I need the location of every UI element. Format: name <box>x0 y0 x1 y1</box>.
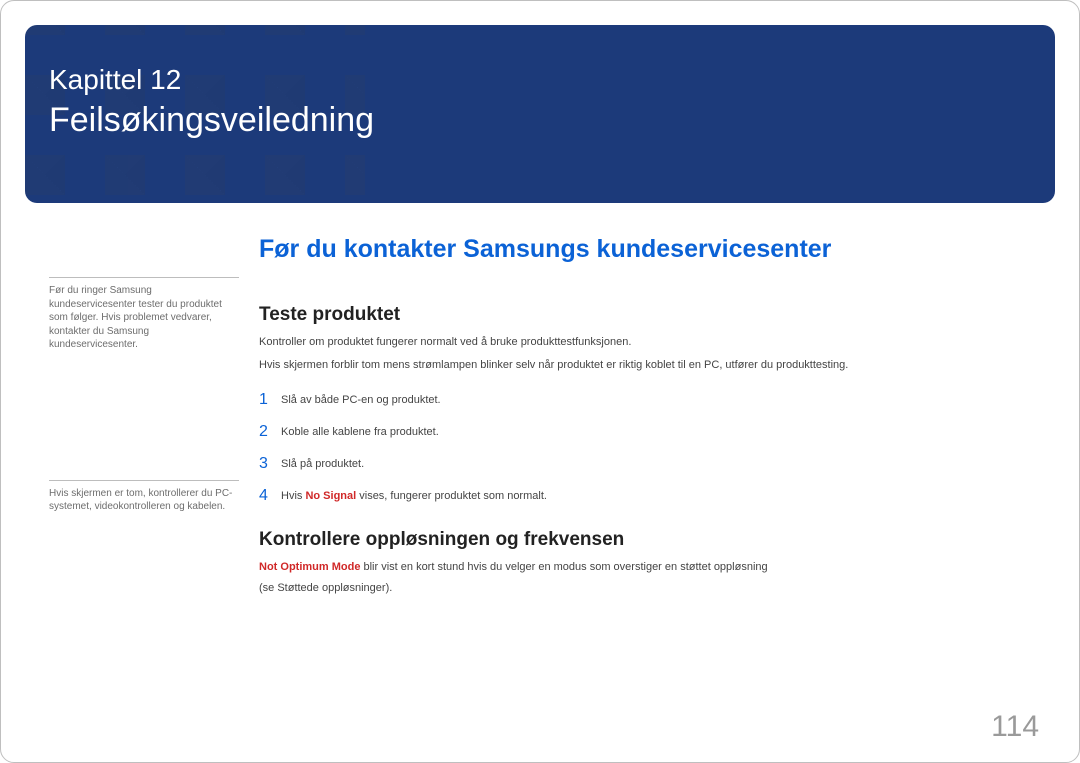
step-row: 2 Koble alle kablene fra produktet. <box>259 423 1031 441</box>
section-heading-test-product: Teste produktet <box>259 304 1031 326</box>
highlight-not-optimum: Not Optimum Mode <box>259 561 360 573</box>
chapter-banner: Kapittel 12 Feilsøkingsveiledning <box>25 25 1055 203</box>
manual-page: Kapittel 12 Feilsøkingsveiledning Før du… <box>0 0 1080 763</box>
step-row: 3 Slå på produktet. <box>259 455 1031 473</box>
step-text: Slå på produktet. <box>281 455 364 470</box>
paragraph: Not Optimum Mode blir vist en kort stund… <box>259 559 1031 576</box>
main-column: Før du kontakter Samsungs kundeservicese… <box>259 235 1031 596</box>
page-number: 114 <box>991 710 1039 744</box>
step-text: Slå av både PC-en og produktet. <box>281 391 441 406</box>
sidebar-note-2: Hvis skjermen er tom, kontrollerer du PC… <box>49 480 239 514</box>
paragraph: Kontroller om produktet fungerer normalt… <box>259 334 1031 351</box>
step-number: 3 <box>259 455 281 473</box>
step-number: 1 <box>259 391 281 409</box>
sidebar-note-1: Før du ringer Samsung kundeservicesenter… <box>49 277 239 352</box>
paragraph: (se Støttede oppløsninger). <box>259 580 1031 597</box>
sidebar-notes: Før du ringer Samsung kundeservicesenter… <box>49 277 239 514</box>
section-heading-resolution: Kontrollere oppløsningen og frekvensen <box>259 529 1031 551</box>
step-row: 1 Slå av både PC-en og produktet. <box>259 391 1031 409</box>
step-text-prefix: Hvis <box>281 490 305 502</box>
highlight-no-signal: No Signal <box>305 490 356 502</box>
step-text-suffix: vises, fungerer produktet som normalt. <box>356 490 547 502</box>
page-content: Før du ringer Samsung kundeservicesenter… <box>49 235 1031 734</box>
paragraph: Hvis skjermen forblir tom mens strømlamp… <box>259 357 1031 374</box>
step-number: 4 <box>259 487 281 505</box>
step-text: Hvis No Signal vises, fungerer produktet… <box>281 487 547 502</box>
paragraph-rest: blir vist en kort stund hvis du velger e… <box>360 561 767 573</box>
chapter-title: Feilsøkingsveiledning <box>49 101 374 140</box>
step-text: Koble alle kablene fra produktet. <box>281 423 439 438</box>
steps-list: 1 Slå av både PC-en og produktet. 2 Kobl… <box>259 391 1031 505</box>
chapter-label: Kapittel 12 <box>49 63 374 97</box>
step-row: 4 Hvis No Signal vises, fungerer produkt… <box>259 487 1031 505</box>
section-heading-h1: Før du kontakter Samsungs kundeservicese… <box>259 235 1031 264</box>
step-number: 2 <box>259 423 281 441</box>
banner-text-block: Kapittel 12 Feilsøkingsveiledning <box>49 63 374 140</box>
